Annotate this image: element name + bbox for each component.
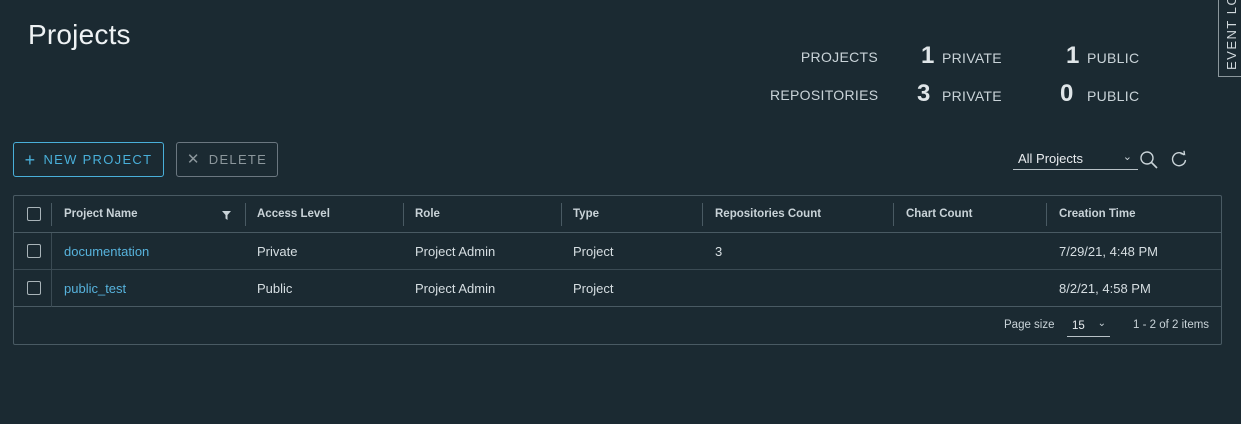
role-cell: Project Admin bbox=[415, 243, 496, 259]
new-project-button[interactable]: + NEW PROJECT bbox=[13, 142, 164, 177]
datagrid-footer: Page size 15 ⌄ 1 - 2 of 2 items bbox=[14, 307, 1221, 344]
column-header-repositories-count[interactable]: Repositories Count bbox=[715, 196, 821, 232]
project-filter-value: All Projects bbox=[1018, 151, 1084, 166]
project-name-link[interactable]: documentation bbox=[64, 233, 149, 269]
column-divider bbox=[1046, 203, 1047, 226]
page-title: Projects bbox=[28, 19, 131, 50]
filter-icon[interactable] bbox=[221, 210, 232, 221]
projects-public-label: PUBLIC bbox=[1087, 50, 1140, 66]
refresh-icon[interactable] bbox=[1170, 150, 1188, 168]
repositories-public-count: 0 bbox=[1060, 80, 1074, 107]
type-cell: Project bbox=[573, 243, 614, 259]
column-divider bbox=[245, 203, 246, 226]
access-level-cell: Private bbox=[257, 243, 298, 259]
pagination-range: 1 - 2 of 2 items bbox=[1133, 319, 1210, 331]
project-name-link[interactable]: public_test bbox=[64, 270, 126, 306]
column-header-chart-count[interactable]: Chart Count bbox=[906, 196, 972, 232]
repositories-private-count: 3 bbox=[917, 80, 931, 107]
row-select-cell bbox=[27, 270, 41, 306]
role-cell: Project Admin bbox=[415, 280, 496, 296]
repositories-public-label: PUBLIC bbox=[1087, 88, 1140, 104]
new-project-label: NEW PROJECT bbox=[43, 152, 153, 167]
type-cell: Project bbox=[573, 280, 614, 296]
search-icon[interactable] bbox=[1139, 150, 1159, 170]
access-level-cell: Public bbox=[257, 280, 293, 296]
projects-public-count: 1 bbox=[1066, 42, 1080, 69]
column-divider bbox=[561, 203, 562, 226]
projects-private-count: 1 bbox=[921, 42, 935, 69]
table-row[interactable]: documentation Private Project Admin Proj… bbox=[14, 233, 1221, 270]
event-log-label: EVENT LOG bbox=[1224, 0, 1239, 70]
page-size-value: 15 bbox=[1072, 320, 1085, 332]
table-header-row: Project Name Access Level Role Type Repo… bbox=[14, 196, 1221, 233]
column-divider bbox=[51, 203, 52, 226]
event-log-tab[interactable]: EVENT LOG bbox=[1218, 0, 1241, 77]
column-divider bbox=[51, 233, 52, 270]
column-divider bbox=[51, 270, 52, 307]
column-divider bbox=[403, 203, 404, 226]
plus-icon: + bbox=[24, 149, 37, 170]
projects-stat-label: PROJECTS bbox=[800, 49, 878, 65]
select-all-checkbox[interactable] bbox=[27, 207, 41, 221]
close-icon: ✕ bbox=[186, 151, 201, 168]
column-divider bbox=[893, 203, 894, 226]
chevron-down-icon: ⌄ bbox=[1097, 318, 1106, 329]
column-header-type[interactable]: Type bbox=[573, 196, 599, 232]
row-checkbox[interactable] bbox=[27, 244, 41, 258]
repositories-count-cell: 3 bbox=[715, 243, 723, 259]
creation-time-cell: 8/2/21, 4:58 PM bbox=[1059, 280, 1151, 296]
page-size-label: Page size bbox=[1004, 319, 1055, 331]
page-size-select[interactable]: 15 ⌄ bbox=[1067, 315, 1110, 337]
column-header-creation-time[interactable]: Creation Time bbox=[1059, 196, 1135, 232]
project-filter-select[interactable]: All Projects ⌄ bbox=[1013, 148, 1138, 170]
column-divider bbox=[702, 203, 703, 226]
projects-private-label: PRIVATE bbox=[942, 50, 1002, 66]
repositories-stat-label: REPOSITORIES bbox=[770, 87, 879, 103]
column-header-project-name[interactable]: Project Name bbox=[64, 196, 138, 232]
column-header-access-level[interactable]: Access Level bbox=[257, 196, 330, 232]
creation-time-cell: 7/29/21, 4:48 PM bbox=[1059, 243, 1159, 259]
delete-label: DELETE bbox=[208, 152, 268, 167]
projects-page: Projects PROJECTS 1 PRIVATE 1 PUBLIC REP… bbox=[0, 0, 1241, 424]
column-header-role[interactable]: Role bbox=[415, 196, 440, 232]
select-all-cell bbox=[27, 196, 41, 232]
repositories-private-label: PRIVATE bbox=[942, 88, 1002, 104]
row-checkbox[interactable] bbox=[27, 281, 41, 295]
table-row[interactable]: public_test Public Project Admin Project… bbox=[14, 270, 1221, 307]
projects-datagrid: Project Name Access Level Role Type Repo… bbox=[13, 195, 1222, 345]
chevron-down-icon: ⌄ bbox=[1122, 151, 1132, 163]
delete-button[interactable]: ✕ DELETE bbox=[176, 142, 278, 177]
row-select-cell bbox=[27, 233, 41, 269]
